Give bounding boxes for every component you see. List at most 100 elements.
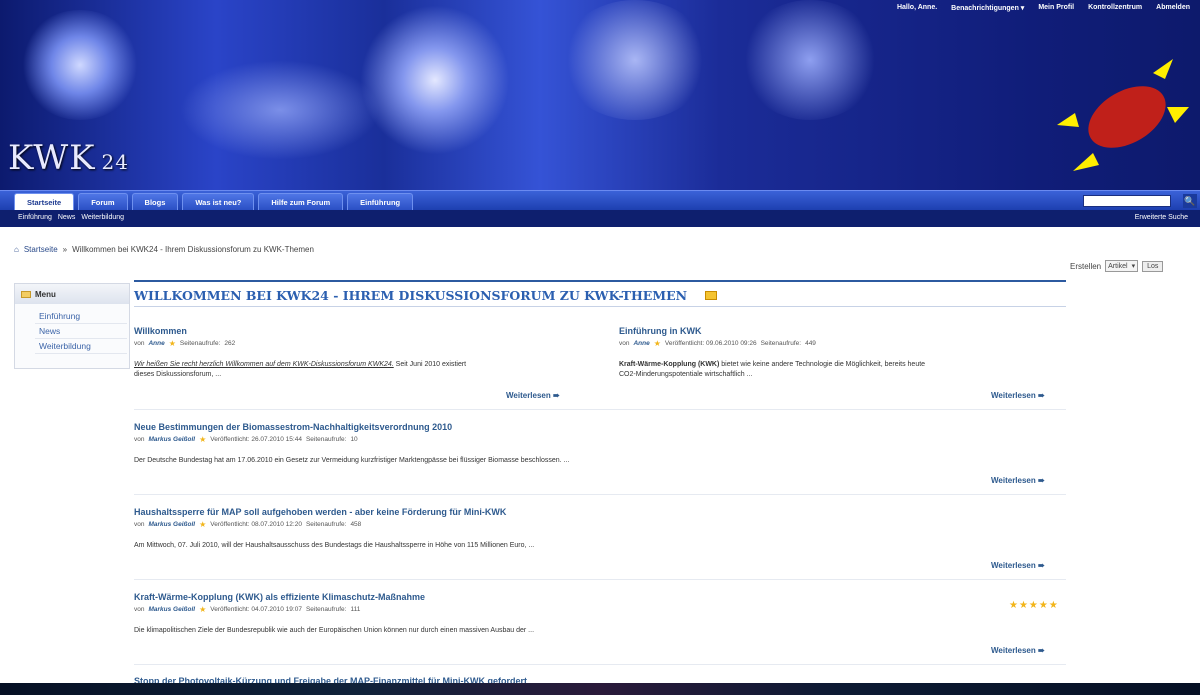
article-excerpt: Kraft-Wärme-Kopplung (KWK) bietet wie ke… (619, 360, 1066, 370)
views-label: Seitenaufrufe: (305, 436, 347, 443)
read-more-link[interactable]: Weiterlesen ➠ (991, 646, 1045, 655)
bottom-strip (0, 683, 1200, 695)
article-excerpt: Wir heißen Sie recht herzlich Willkommen… (134, 360, 594, 370)
tab-whats-new[interactable]: Was ist neu? (182, 193, 255, 210)
article-excerpt: Die klimapolitischen Ziele der Bundesrep… (134, 627, 535, 634)
article-card: Haushaltssperre für MAP soll aufgehoben … (134, 507, 1066, 551)
control-center-link[interactable]: Kontrollzentrum (1088, 4, 1142, 12)
article-title[interactable]: Haushaltssperre für MAP soll aufgehoben … (134, 507, 1066, 517)
logo-suffix: 24 (101, 150, 129, 174)
article-author[interactable]: Markus Geißoll (148, 436, 195, 443)
logo-text: KWK (8, 138, 96, 178)
breadcrumb-current: Willkommen bei KWK24 - Ihrem Diskussions… (72, 245, 314, 254)
views-count: 10 (350, 436, 358, 443)
article-card: Willkommen von Anne ★ Seitenaufrufe: 262 Wir… (134, 326, 594, 380)
meta-by: von (134, 436, 145, 443)
article-author[interactable]: Markus Geißoll (148, 606, 195, 613)
article-excerpt: Am Mittwoch, 07. Juli 2010, will der Hau… (134, 542, 535, 549)
publish-date: Veröffentlicht: 08.07.2010 12:20 (210, 521, 302, 528)
side-menu-item-introduction[interactable]: Einführung (35, 309, 127, 324)
star-icon: ★ (199, 520, 207, 529)
sun-logo-icon (1057, 59, 1189, 171)
views-label: Seitenaufrufe: (179, 340, 221, 347)
tab-startseite[interactable]: Startseite (14, 193, 75, 210)
create-type-select[interactable]: Artikel ▾ (1105, 260, 1139, 272)
article-card: Kraft-Wärme-Kopplung (KWK) als effizient… (134, 592, 1066, 636)
create-bar: Erstellen Artikel ▾ Los (1070, 260, 1164, 272)
header-banner: Hallo, Anne. Benachrichtigungen ▾ Mein P… (0, 0, 1200, 190)
article-title[interactable]: Kraft-Wärme-Kopplung (KWK) als effizient… (134, 592, 1066, 602)
excerpt-bold: Kraft-Wärme-Kopplung (KWK) (619, 361, 720, 368)
article-meta: von Markus Geißoll ★ Veröffentlicht: 26.07.… (134, 435, 1066, 444)
tab-introduction[interactable]: Einführung (347, 193, 414, 210)
article-author[interactable]: Anne (633, 340, 649, 347)
article-excerpt-line2: dieses Diskussionsforum, ... (134, 371, 222, 378)
tab-forum[interactable]: Forum (78, 193, 128, 210)
views-label: Seitenaufrufe: (760, 340, 802, 347)
subnav-link-training[interactable]: Weiterbildung (81, 214, 124, 221)
subnav-link-introduction[interactable]: Einführung (18, 214, 52, 221)
side-menu-header: Menu (15, 284, 129, 304)
notifications-link[interactable]: Benachrichtigungen ▾ (951, 4, 1024, 12)
star-icon: ★ (168, 339, 176, 348)
greeting-text: Hallo, Anne. (896, 4, 938, 11)
side-menu-title: Menu (35, 289, 56, 299)
folder-icon (21, 290, 31, 298)
subnav-link-news[interactable]: News (58, 214, 76, 221)
read-more-link[interactable]: Weiterlesen ➠ (506, 391, 560, 400)
chevron-down-icon: ▾ (1131, 263, 1136, 270)
excerpt-text: bietet wie keine andere Technologie die … (719, 361, 926, 368)
tab-blogs[interactable]: Blogs (131, 193, 179, 210)
meta-by: von (134, 521, 145, 528)
star-icon: ★ (199, 605, 207, 614)
profile-link[interactable]: Mein Profil (1038, 4, 1074, 12)
rss-feed-icon[interactable] (705, 291, 718, 300)
main-navbar: Startseite Forum Blogs Was ist neu? Hilf… (0, 190, 1200, 210)
article-card: Einführung in KWK von Anne ★ Veröffentlicht… (619, 326, 1066, 380)
star-icon: ★ (199, 435, 207, 444)
excerpt-underlined: Wir heißen Sie recht herzlich Willkommen… (134, 361, 394, 368)
title-bottom-rule (134, 306, 1066, 307)
site-logo[interactable]: KWK 24 (8, 138, 129, 178)
views-label: Seitenaufrufe: (305, 521, 347, 528)
main-content: WILLKOMMEN BEI KWK24 - IHREM DISKUSSIONS… (134, 280, 1066, 695)
article-title[interactable]: Einführung in KWK (619, 326, 1066, 336)
side-menu-item-training[interactable]: Weiterbildung (35, 339, 127, 354)
side-menu: Menu Einführung News Weiterbildung (14, 283, 130, 369)
article-meta: von Anne ★ Seitenaufrufe: 262 (134, 339, 594, 348)
meta-by: von (134, 340, 145, 347)
views-count: 449 (805, 340, 816, 347)
page-title: WILLKOMMEN BEI KWK24 - IHREM DISKUSSIONS… (134, 288, 718, 303)
article-excerpt: Der Deutsche Bundestag hat am 17.06.2010… (134, 457, 570, 464)
home-icon[interactable]: ⌂ (14, 245, 19, 254)
article-meta: von Markus Geißoll ★ Veröffentlicht: 04.07.… (134, 605, 1066, 614)
advanced-search-link[interactable]: Erweiterte Suche (1135, 214, 1188, 221)
search-input[interactable] (1083, 195, 1171, 207)
article-meta: von Markus Geißoll ★ Veröffentlicht: 08.07.… (134, 520, 1066, 529)
breadcrumb-home-link[interactable]: Startseite (24, 245, 58, 254)
tab-help[interactable]: Hilfe zum Forum (258, 193, 344, 210)
page: Hallo, Anne. Benachrichtigungen ▾ Mein P… (0, 0, 1200, 695)
read-more-link[interactable]: Weiterlesen ➠ (991, 476, 1045, 485)
logout-link[interactable]: Abmelden (1156, 4, 1190, 12)
search-icon[interactable]: 🔍 (1183, 194, 1197, 208)
read-more-link[interactable]: Weiterlesen ➠ (991, 391, 1045, 400)
meta-by: von (619, 340, 630, 347)
breadcrumb: ⌂ Startseite » Willkommen bei KWK24 - Ih… (14, 245, 314, 254)
read-more-link[interactable]: Weiterlesen ➠ (991, 561, 1045, 570)
article-meta: von Anne ★ Veröffentlicht: 09.06.2010 09:26… (619, 339, 1066, 348)
article-title[interactable]: Willkommen (134, 326, 594, 336)
article-author[interactable]: Markus Geißoll (148, 521, 195, 528)
user-bar: Hallo, Anne. Benachrichtigungen ▾ Mein P… (897, 4, 1190, 12)
publish-date: Veröffentlicht: 04.07.2010 19:07 (210, 606, 302, 613)
rating-stars-icon: ★★★★★ (1009, 600, 1059, 611)
article-title[interactable]: Neue Bestimmungen der Biomassestrom-Nach… (134, 422, 1066, 432)
sub-navbar: Einführung News Weiterbildung Erweiterte… (0, 210, 1200, 227)
side-menu-item-news[interactable]: News (35, 324, 127, 339)
article-separator (134, 409, 1066, 410)
meta-by: von (134, 606, 145, 613)
views-count: 111 (350, 606, 361, 613)
article-author[interactable]: Anne (148, 340, 164, 347)
create-go-button[interactable]: Los (1142, 260, 1164, 272)
article-separator (134, 494, 1066, 495)
